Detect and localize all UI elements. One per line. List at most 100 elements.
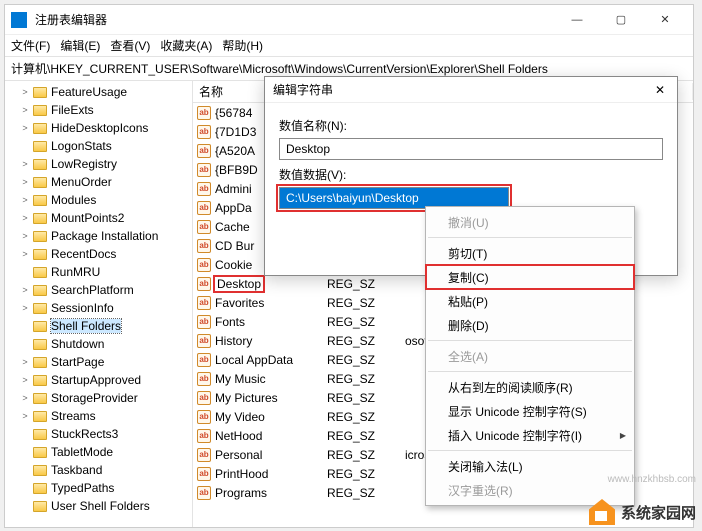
tree-item[interactable]: >StartupApproved — [5, 371, 192, 389]
tree-item[interactable]: >StorageProvider — [5, 389, 192, 407]
value-name: Cookie — [215, 258, 252, 272]
value-name: Fonts — [215, 315, 245, 329]
app-icon — [11, 12, 27, 28]
menu-help[interactable]: 帮助(H) — [222, 37, 263, 54]
tree-item[interactable]: RunMRU — [5, 263, 192, 281]
value-name-label: 数值名称(N): — [279, 117, 663, 134]
value-type: REG_SZ — [321, 315, 399, 329]
folder-icon — [33, 483, 47, 494]
dialog-title: 编辑字符串 — [273, 81, 651, 98]
close-button[interactable]: ✕ — [643, 6, 687, 34]
tree-item[interactable]: > Streams — [5, 407, 192, 425]
chevron-icon: > — [21, 195, 29, 205]
maximize-button[interactable]: ▢ — [599, 6, 643, 34]
tree-item-label: HideDesktopIcons — [51, 121, 148, 135]
ctx-cut[interactable]: 剪切(T) — [426, 241, 634, 265]
tree-item[interactable]: StuckRects3 — [5, 425, 192, 443]
ctx-undo[interactable]: 撤消(U) — [426, 210, 634, 234]
tree-item[interactable]: Shutdown — [5, 335, 192, 353]
ctx-insert-unicode[interactable]: 插入 Unicode 控制字符(I) — [426, 423, 634, 447]
folder-icon — [33, 303, 47, 314]
string-icon: ab — [197, 410, 211, 424]
folder-icon — [33, 447, 47, 458]
tree-item-label: Streams — [51, 409, 96, 423]
chevron-icon: > — [21, 285, 29, 295]
tree-item-label: SessionInfo — [51, 301, 114, 315]
ctx-show-unicode[interactable]: 显示 Unicode 控制字符(S) — [426, 399, 634, 423]
folder-icon — [33, 105, 47, 116]
menu-view[interactable]: 查看(V) — [110, 37, 150, 54]
folder-icon — [33, 285, 47, 296]
tree-pane[interactable]: >FeatureUsage>FileExts>HideDesktopIconsL… — [5, 81, 193, 527]
value-name: {56784 — [215, 106, 252, 120]
tree-item-label: MenuOrder — [51, 175, 112, 189]
tree-item-label: Modules — [51, 193, 96, 207]
tree-item-label: RecentDocs — [51, 247, 116, 261]
value-name: {BFB9D — [215, 163, 258, 177]
chevron-icon: > — [21, 249, 29, 259]
ctx-rtl[interactable]: 从右到左的阅读顺序(R) — [426, 375, 634, 399]
tree-item[interactable]: LogonStats — [5, 137, 192, 155]
tree-item-label: TabletMode — [51, 445, 113, 459]
string-icon: ab — [197, 486, 211, 500]
value-name-input[interactable] — [279, 138, 663, 160]
value-type: REG_SZ — [321, 353, 399, 367]
chevron-icon: > — [21, 87, 29, 97]
chevron-icon: > — [21, 411, 29, 421]
tree-item[interactable]: > Modules — [5, 191, 192, 209]
tree-item[interactable]: TypedPaths — [5, 479, 192, 497]
tree-item[interactable]: User Shell Folders — [5, 497, 192, 515]
value-type: REG_SZ — [321, 467, 399, 481]
folder-icon — [33, 141, 47, 152]
tree-item[interactable]: TabletMode — [5, 443, 192, 461]
ctx-close-ime[interactable]: 关闭输入法(L) — [426, 454, 634, 478]
string-icon: ab — [197, 391, 211, 405]
tree-item[interactable]: Shell Folders — [5, 317, 192, 335]
chevron-icon: > — [21, 231, 29, 241]
tree-item-label: TypedPaths — [51, 481, 114, 495]
tree-item[interactable]: >MountPoints2 — [5, 209, 192, 227]
titlebar[interactable]: 注册表编辑器 — ▢ ✕ — [5, 5, 693, 35]
value-type: REG_SZ — [321, 372, 399, 386]
menu-edit[interactable]: 编辑(E) — [60, 37, 100, 54]
tree-item-label: Shell Folders — [51, 319, 121, 333]
tree-item[interactable]: >LowRegistry — [5, 155, 192, 173]
tree-item-label: LogonStats — [51, 139, 112, 153]
menu-file[interactable]: 文件(F) — [11, 37, 50, 54]
minimize-button[interactable]: — — [555, 6, 599, 34]
ctx-selectall[interactable]: 全选(A) — [426, 344, 634, 368]
string-icon: ab — [197, 106, 211, 120]
dialog-close-button[interactable]: ✕ — [651, 83, 669, 97]
tree-item[interactable]: >FileExts — [5, 101, 192, 119]
tree-item[interactable]: >HideDesktopIcons — [5, 119, 192, 137]
tree-item[interactable]: >Package Installation — [5, 227, 192, 245]
window-title: 注册表编辑器 — [35, 11, 555, 28]
string-icon: ab — [197, 220, 211, 234]
string-icon: ab — [197, 315, 211, 329]
tree-item[interactable]: >SearchPlatform — [5, 281, 192, 299]
value-type: REG_SZ — [321, 296, 399, 310]
string-icon: ab — [197, 144, 211, 158]
ctx-paste[interactable]: 粘贴(P) — [426, 289, 634, 313]
tree-item[interactable]: >FeatureUsage — [5, 83, 192, 101]
tree-item[interactable]: Taskband — [5, 461, 192, 479]
watermark-text: 系统家园网 — [621, 502, 696, 523]
string-icon: ab — [197, 277, 211, 291]
tree-item[interactable]: >SessionInfo — [5, 299, 192, 317]
value-name: Admini — [215, 182, 252, 196]
tree-item[interactable]: > MenuOrder — [5, 173, 192, 191]
string-icon: ab — [197, 334, 211, 348]
dialog-titlebar[interactable]: 编辑字符串 ✕ — [265, 77, 677, 103]
ctx-copy[interactable]: 复制(C) — [426, 265, 634, 289]
folder-icon — [33, 411, 47, 422]
value-name: Cache — [215, 220, 250, 234]
menu-favorites[interactable]: 收藏夹(A) — [160, 37, 212, 54]
ctx-delete[interactable]: 删除(D) — [426, 313, 634, 337]
chevron-icon: > — [21, 375, 29, 385]
tree-item[interactable]: >StartPage — [5, 353, 192, 371]
tree-item[interactable]: > RecentDocs — [5, 245, 192, 263]
chevron-icon: > — [21, 177, 29, 187]
folder-icon — [33, 249, 47, 260]
window-controls: — ▢ ✕ — [555, 6, 687, 34]
value-name: Local AppData — [215, 353, 293, 367]
